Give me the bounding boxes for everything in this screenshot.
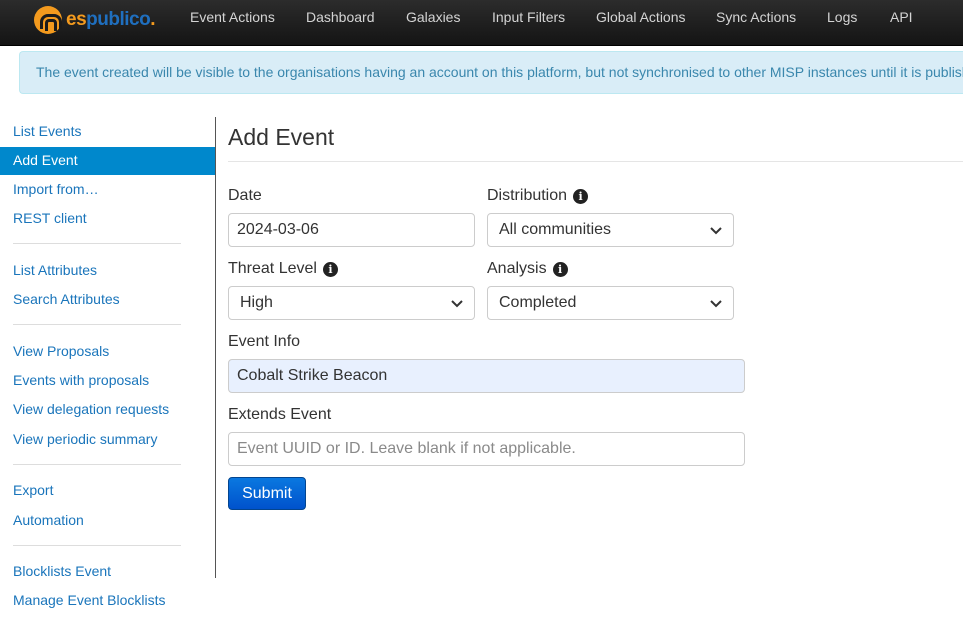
sidebar-divider [13, 464, 181, 465]
nav-input-filters[interactable]: Input Filters [492, 9, 565, 25]
sidebar-item-events-with-proposals[interactable]: Events with proposals [13, 372, 149, 388]
espublico-logo-icon [34, 6, 62, 34]
page-title: Add Event [228, 124, 335, 150]
sidebar-item-add-event[interactable]: Add Event [0, 147, 215, 175]
nav-galaxies[interactable]: Galaxies [406, 9, 460, 25]
info-icon[interactable]: i [573, 188, 589, 204]
sidebar-item-view-delegation-requests[interactable]: View delegation requests [13, 401, 169, 417]
sidebar-item-list-attributes[interactable]: List Attributes [13, 262, 97, 278]
sidebar-item-blocklists-event[interactable]: Blocklists Event [13, 563, 111, 579]
analysis-select[interactable]: Completed [487, 286, 734, 320]
sidebar-item-label: Add Event [13, 152, 78, 168]
threat-level-select[interactable]: High [228, 286, 475, 320]
distribution-label: Distribution i [487, 187, 589, 205]
date-input[interactable] [228, 213, 475, 247]
event-info-label: Event Info [228, 333, 301, 350]
info-icon[interactable]: i [322, 261, 338, 277]
nav-api[interactable]: API [890, 9, 913, 25]
threat-level-value: High [240, 294, 273, 311]
sidebar-item-view-periodic-summary[interactable]: View periodic summary [13, 431, 157, 447]
info-alert: The event created will be visible to the… [19, 51, 963, 94]
nav-logs[interactable]: Logs [827, 9, 857, 25]
threat-level-label: Threat Level i [228, 260, 338, 278]
brand-name: espublico. [66, 9, 155, 30]
sidebar-divider [13, 324, 181, 325]
nav-global-actions[interactable]: Global Actions [596, 9, 686, 25]
sidebar-divider [13, 545, 181, 546]
extends-event-input[interactable] [228, 432, 745, 466]
sidebar-item-view-proposals[interactable]: View Proposals [13, 343, 109, 359]
sidebar-item-import-from[interactable]: Import from… [13, 181, 99, 197]
sidebar-item-search-attributes[interactable]: Search Attributes [13, 291, 120, 307]
distribution-value: All communities [499, 221, 612, 238]
top-navbar: espublico. Event Actions Dashboard Galax… [0, 0, 963, 46]
title-divider [228, 161, 963, 162]
sidebar-item-manage-event-blocklists[interactable]: Manage Event Blocklists [13, 592, 166, 608]
nav-event-actions[interactable]: Event Actions [190, 9, 275, 25]
sidebar-item-export[interactable]: Export [13, 482, 53, 498]
extends-event-label: Extends Event [228, 406, 332, 423]
chevron-down-icon [710, 300, 722, 308]
analysis-label: Analysis i [487, 260, 568, 278]
date-label: Date [228, 187, 262, 204]
submit-button[interactable]: Submit [228, 477, 306, 510]
distribution-select[interactable]: All communities [487, 213, 734, 247]
sidebar: List Events Add Event Import from… REST … [0, 117, 216, 579]
nav-dashboard[interactable]: Dashboard [306, 9, 375, 25]
nav-sync-actions[interactable]: Sync Actions [716, 9, 796, 25]
event-info-input[interactable] [228, 359, 745, 393]
analysis-value: Completed [499, 294, 577, 311]
chevron-down-icon [451, 300, 463, 308]
sidebar-item-list-events[interactable]: List Events [13, 123, 81, 139]
sidebar-item-automation[interactable]: Automation [13, 512, 84, 528]
chevron-down-icon [710, 227, 722, 235]
info-icon[interactable]: i [552, 261, 568, 277]
sidebar-item-rest-client[interactable]: REST client [13, 210, 87, 226]
brand[interactable]: espublico. [34, 6, 155, 34]
sidebar-divider [13, 243, 181, 244]
